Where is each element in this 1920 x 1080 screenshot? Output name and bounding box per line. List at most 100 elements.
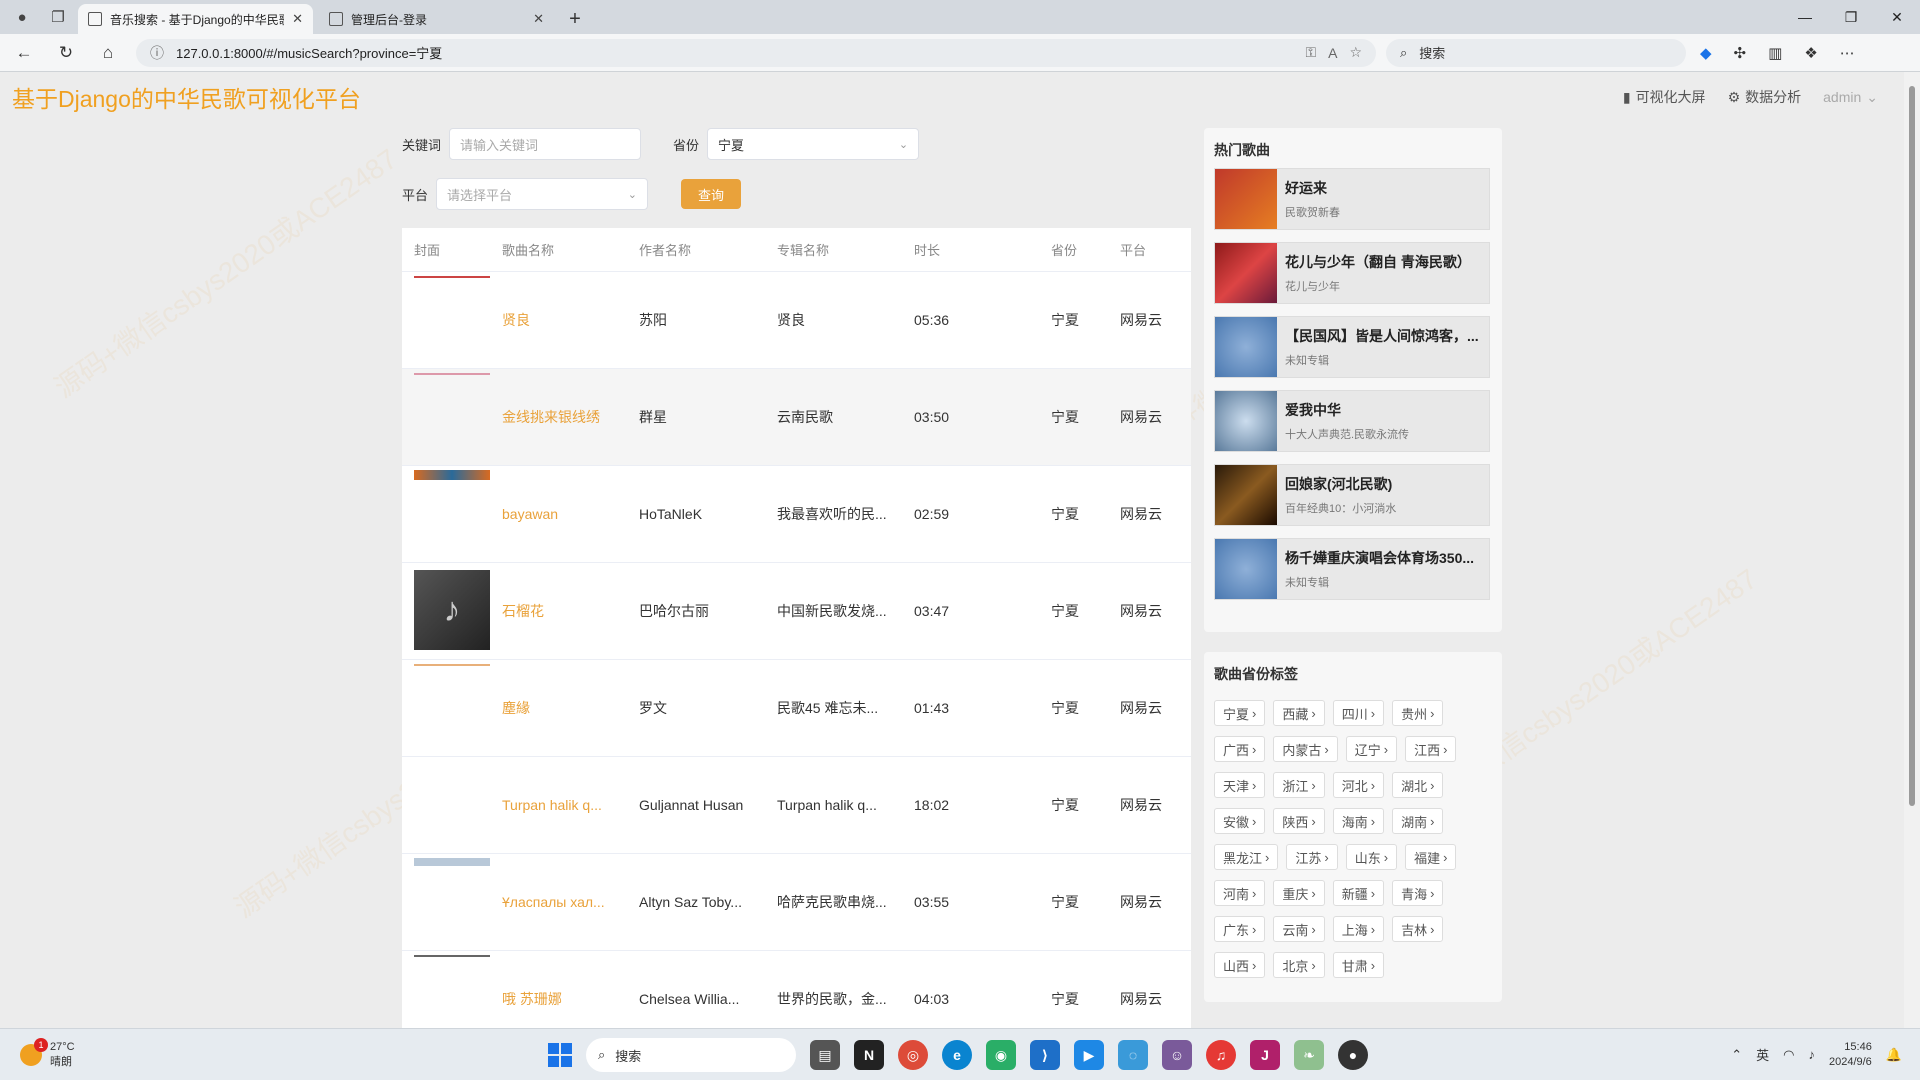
home-button[interactable]: ⌂	[90, 38, 126, 68]
browser-icon[interactable]: ◌	[1118, 1040, 1148, 1070]
province-tag[interactable]: 黑龙江 ›	[1214, 844, 1279, 870]
tab-music-search[interactable]: 音乐搜索 - 基于Django的中华民歌 ✕	[78, 4, 313, 34]
extensions-puzzle-icon[interactable]: ✣	[1734, 44, 1747, 62]
volume-icon[interactable]: ♪	[1808, 1047, 1815, 1062]
chevron-up-icon[interactable]: ⌃	[1731, 1047, 1742, 1063]
song-name-link[interactable]: 塵緣	[502, 698, 639, 718]
province-tag[interactable]: 天津 ›	[1214, 772, 1266, 798]
province-tag[interactable]: 福建 ›	[1405, 844, 1457, 870]
table-row[interactable]: bayawan HoTaNleK 我最喜欢听的民... 02:59 宁夏 网易云	[402, 466, 1191, 563]
hot-song-item[interactable]: 回娘家(河北民歌) 百年经典10：小河淌水	[1214, 464, 1490, 526]
province-tag[interactable]: 吉林 ›	[1392, 916, 1444, 942]
song-name-link[interactable]: Turpan halik q...	[502, 797, 639, 813]
province-tag[interactable]: 安徽 ›	[1214, 808, 1266, 834]
province-tag[interactable]: 山东 ›	[1345, 844, 1398, 870]
song-name-link[interactable]: 贤良	[502, 310, 639, 330]
province-tag[interactable]: 江西 ›	[1405, 736, 1457, 762]
extension-icon[interactable]: ◆	[1700, 44, 1712, 62]
taskbar-search[interactable]: ⌕ 搜索	[586, 1038, 796, 1072]
restore-button[interactable]: ❐	[1828, 9, 1874, 26]
province-tag[interactable]: 宁夏 ›	[1214, 700, 1266, 726]
province-tag[interactable]: 四川 ›	[1332, 700, 1385, 726]
province-tag[interactable]: 河南 ›	[1214, 880, 1266, 906]
browser-search-box[interactable]: ⌕ 搜索	[1386, 38, 1686, 67]
province-tag[interactable]: 湖北 ›	[1392, 772, 1444, 798]
province-tag[interactable]: 上海 ›	[1332, 916, 1385, 942]
province-tag[interactable]: 山西 ›	[1214, 952, 1266, 978]
bell-icon[interactable]: 🔔	[1886, 1047, 1902, 1063]
user-menu[interactable]: admin ⌄	[1823, 89, 1878, 106]
hot-song-item[interactable]: 好运来 民歌贺新春	[1214, 168, 1490, 230]
province-tag[interactable]: 广西 ›	[1214, 736, 1266, 762]
table-row[interactable]: 塵緣 罗文 民歌45 难忘未... 01:43 宁夏 网易云	[402, 660, 1191, 757]
favorite-star-icon[interactable]: ☆	[1349, 44, 1362, 61]
province-tag[interactable]: 河北 ›	[1332, 772, 1385, 798]
province-tag[interactable]: 海南 ›	[1332, 808, 1385, 834]
address-bar[interactable]: ⓘ 127.0.0.1:8000/#/musicSearch?province=…	[136, 38, 1376, 67]
song-name-link[interactable]: 石榴花	[502, 601, 639, 621]
notion-icon[interactable]: N	[854, 1040, 884, 1070]
table-row[interactable]: 哦 苏珊娜 Chelsea Willia... 世界的民歌，金... 04:03…	[402, 951, 1191, 1028]
avatar-app-icon[interactable]: ☺	[1162, 1040, 1192, 1070]
app-icon[interactable]: ❧	[1294, 1040, 1324, 1070]
wifi-icon[interactable]: ◠	[1783, 1047, 1794, 1063]
province-tag[interactable]: 辽宁 ›	[1345, 736, 1398, 762]
province-tag[interactable]: 湖南 ›	[1392, 808, 1444, 834]
more-menu-icon[interactable]: ⋯	[1840, 44, 1855, 62]
table-row[interactable]: 贤良 苏阳 贤良 05:36 宁夏 网易云	[402, 272, 1191, 369]
hot-song-item[interactable]: 花儿与少年（翻自 青海民歌） 花儿与少年	[1214, 242, 1490, 304]
keyword-input[interactable]: 请输入关键词	[449, 128, 642, 160]
hot-song-item[interactable]: 【民国风】皆是人间惊鸿客，... 未知专辑	[1214, 316, 1490, 378]
close-icon[interactable]: ✕	[533, 11, 544, 27]
profile-icon[interactable]: ●	[8, 3, 36, 31]
wechat-icon[interactable]: ◉	[986, 1040, 1016, 1070]
windows-start-icon[interactable]	[548, 1043, 572, 1067]
song-name-link[interactable]: 哦 苏珊娜	[502, 989, 639, 1009]
province-tag[interactable]: 西藏 ›	[1273, 700, 1325, 726]
province-tag[interactable]: 甘肃 ›	[1332, 952, 1385, 978]
hot-song-item[interactable]: 爱我中华 十大人声典范.民歌永流传	[1214, 390, 1490, 452]
info-icon[interactable]: ⓘ	[150, 43, 164, 63]
file-explorer-icon[interactable]: ▤	[810, 1040, 840, 1070]
song-name-link[interactable]: bayawan	[502, 506, 639, 522]
clock[interactable]: 15:46 2024/9/6	[1829, 1040, 1872, 1070]
read-aloud-icon[interactable]: A	[1328, 45, 1337, 61]
cover-image[interactable]	[414, 858, 490, 866]
province-tag[interactable]: 青海 ›	[1392, 880, 1444, 906]
song-name-link[interactable]: 金线挑来银线绣	[502, 407, 639, 427]
province-tag[interactable]: 云南 ›	[1273, 916, 1325, 942]
query-button[interactable]: 查询	[681, 179, 742, 209]
province-tag[interactable]: 北京 ›	[1273, 952, 1325, 978]
chrome-icon[interactable]: ◎	[898, 1040, 928, 1070]
cover-image[interactable]	[414, 955, 490, 957]
province-tag[interactable]: 浙江 ›	[1273, 772, 1325, 798]
province-tag[interactable]: 广东 ›	[1214, 916, 1266, 942]
song-name-link[interactable]: Ұласпалы хал...	[502, 894, 639, 910]
province-tag[interactable]: 新疆 ›	[1332, 880, 1385, 906]
collections-icon[interactable]: ❖	[1804, 44, 1817, 62]
cover-image[interactable]	[414, 470, 490, 480]
province-tag[interactable]: 陕西 ›	[1273, 808, 1325, 834]
close-window-button[interactable]: ✕	[1874, 9, 1920, 26]
workspaces-icon[interactable]: ❐	[44, 3, 72, 31]
app-icon[interactable]: ●	[1338, 1040, 1368, 1070]
new-tab-button[interactable]: +	[560, 4, 590, 34]
province-tag[interactable]: 重庆 ›	[1273, 880, 1325, 906]
province-tag[interactable]: 贵州 ›	[1392, 700, 1444, 726]
brand-title[interactable]: 基于Django的中华民歌可视化平台	[12, 80, 361, 114]
jetbrains-icon[interactable]: J	[1250, 1040, 1280, 1070]
table-row[interactable]: Ұласпалы хал... Altyn Saz Toby... 哈萨克民歌串…	[402, 854, 1191, 951]
cover-image[interactable]	[414, 664, 490, 666]
page-scrollbar[interactable]	[1904, 72, 1920, 1028]
cover-image[interactable]	[414, 373, 490, 375]
cover-image[interactable]	[414, 276, 490, 278]
table-row[interactable]: ♪ 石榴花 巴哈尔古丽 中国新民歌发烧... 03:47 宁夏 网易云	[402, 563, 1191, 660]
province-tag[interactable]: 江苏 ›	[1286, 844, 1338, 870]
key-icon[interactable]: ⚿	[1305, 44, 1316, 61]
province-select[interactable]: 宁夏 ⌄	[707, 128, 920, 160]
split-screen-icon[interactable]: ▥	[1768, 44, 1782, 62]
table-row[interactable]: Turpan halik q... Guljannat Husan Turpan…	[402, 757, 1191, 854]
province-tag[interactable]: 内蒙古 ›	[1273, 736, 1338, 762]
platform-select[interactable]: 请选择平台 ⌄	[436, 178, 649, 210]
scrollbar-thumb[interactable]	[1909, 86, 1915, 806]
